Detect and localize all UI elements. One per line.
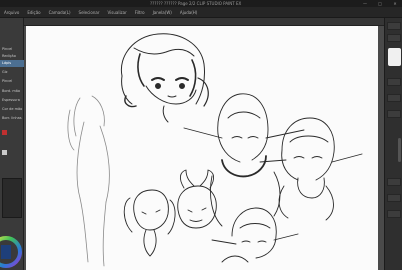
brush-size-panel bbox=[2, 178, 22, 218]
drawing-canvas[interactable] bbox=[26, 26, 378, 270]
sub-tool-item-selected[interactable]: Lápis bbox=[0, 60, 24, 67]
canvas-area[interactable] bbox=[24, 26, 384, 270]
panel-button[interactable] bbox=[387, 210, 401, 218]
sub-tool-item[interactable]: Borr. linhas bbox=[0, 115, 24, 122]
menu-select[interactable]: Selecionar bbox=[79, 10, 100, 15]
sketch-standing-figure bbox=[67, 95, 110, 267]
panel-button[interactable] bbox=[387, 194, 401, 202]
tool-property-bar bbox=[24, 18, 402, 26]
maximize-icon[interactable]: □ bbox=[377, 0, 383, 7]
color-swatch[interactable] bbox=[2, 150, 7, 155]
panel-button[interactable] bbox=[387, 110, 401, 118]
sub-tool-item[interactable]: Redição bbox=[0, 53, 24, 60]
sketch-girl-bob bbox=[120, 33, 209, 123]
color-swatch[interactable] bbox=[2, 130, 7, 135]
close-icon[interactable]: ✕ bbox=[392, 0, 398, 7]
menu-view[interactable]: Visualizar bbox=[108, 10, 127, 15]
menu-help[interactable]: Ajuda(H) bbox=[180, 10, 198, 15]
menu-window[interactable]: Janela(W) bbox=[153, 10, 172, 15]
minimize-icon[interactable]: — bbox=[362, 0, 368, 7]
window-title: ?????? ?????? Page 2/2 CLIP STUDIO PAINT… bbox=[150, 1, 242, 6]
right-panel bbox=[384, 18, 402, 270]
sketch-artwork bbox=[67, 33, 363, 267]
sub-tool-item[interactable]: Espessura bbox=[0, 97, 24, 104]
navigator-thumbnail[interactable] bbox=[388, 48, 401, 66]
menu-layer[interactable]: Camada(L) bbox=[49, 10, 71, 15]
sketch-elf-right bbox=[259, 117, 363, 221]
sub-tool-item[interactable]: Pincel bbox=[0, 78, 24, 85]
menu-bar: Arquivo Edição Camada(L) Selecionar Visu… bbox=[0, 7, 402, 18]
title-bar: ?????? ?????? Page 2/2 CLIP STUDIO PAINT… bbox=[0, 0, 402, 7]
sub-tool-item[interactable]: Giz bbox=[0, 69, 24, 76]
panel-scrollbar[interactable] bbox=[398, 138, 401, 162]
panel-button[interactable] bbox=[387, 22, 401, 30]
panel-button[interactable] bbox=[387, 78, 401, 86]
menu-file[interactable]: Arquivo bbox=[4, 10, 19, 15]
panel-button[interactable] bbox=[387, 94, 401, 102]
sub-tool-panel: Pincel Redição Lápis Giz Pincel Bord. mã… bbox=[0, 18, 24, 270]
panel-button[interactable] bbox=[387, 178, 401, 186]
menu-filter[interactable]: Filtro bbox=[135, 10, 145, 15]
sketch-chibi-left bbox=[123, 189, 176, 257]
panel-button[interactable] bbox=[387, 34, 401, 42]
clip-studio-window: ?????? ?????? Page 2/2 CLIP STUDIO PAINT… bbox=[0, 0, 402, 270]
sub-tool-item[interactable]: Pincel bbox=[0, 46, 24, 53]
menu-edit[interactable]: Edição bbox=[27, 10, 40, 15]
sub-tool-item[interactable]: Bord. mão bbox=[0, 88, 24, 95]
window-controls: — □ ✕ bbox=[362, 0, 398, 7]
sub-tool-item[interactable]: Cor de mão bbox=[0, 106, 24, 113]
color-wheel-icon[interactable] bbox=[0, 230, 22, 270]
